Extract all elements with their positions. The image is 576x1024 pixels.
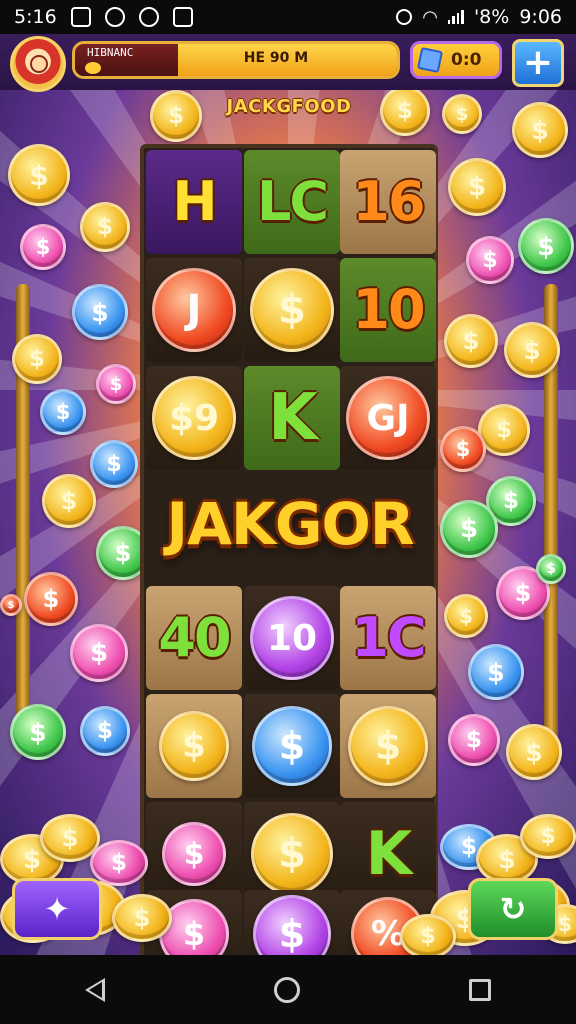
reel-symbol: 16: [352, 170, 425, 233]
reel-symbol: 10: [352, 278, 425, 341]
background-coin: $: [442, 94, 482, 134]
coin-symbol: $: [250, 268, 334, 352]
status-bar: 5:16 ◠ '8% 9:06: [0, 0, 576, 34]
background-coin: $: [440, 500, 498, 558]
recent-apps-icon[interactable]: [469, 978, 492, 1001]
pile-coin: $: [90, 840, 148, 886]
background-coin: $: [8, 144, 70, 206]
background-coin: $: [466, 236, 514, 284]
reel-cell: LC: [244, 150, 340, 254]
chat-icon: [104, 7, 125, 27]
reel-cell: 10: [340, 258, 436, 362]
background-coin: $: [80, 706, 130, 756]
background-coin: $: [504, 322, 560, 378]
game-screen: $ $ $ $ $ $ $ $ $ $ $ $ $ $ $ $ $ $ $ $ $ $ $ $ $ $ $ $ $ $ $ $ $ $ H LC …: [0, 34, 576, 955]
magic-wand-button[interactable]: ✦: [12, 878, 102, 940]
coin-symbol: J: [152, 268, 236, 352]
photo-icon: [70, 7, 91, 27]
home-icon[interactable]: [273, 976, 300, 1003]
background-coin: $: [468, 644, 524, 700]
battery-percent: '8%: [473, 6, 510, 28]
reel-symbol: H: [172, 170, 217, 233]
status-time: 5:16: [14, 6, 57, 28]
background-coin: $: [448, 714, 500, 766]
spin-icon: ↻: [499, 890, 527, 928]
pile-coin: $: [520, 814, 576, 859]
background-coin: $: [440, 426, 486, 472]
coin-symbol: $9: [152, 376, 236, 460]
game-title: JACKGFOOD: [226, 96, 352, 117]
wand-icon: ✦: [43, 890, 71, 928]
gem-icon: [416, 46, 444, 74]
wifi-icon: ◠: [422, 6, 438, 28]
navigation-bar: [0, 955, 576, 1024]
reel-symbol: LC: [256, 170, 329, 233]
gem-counter[interactable]: 0:0: [410, 41, 502, 79]
progress-text: HE 90 M: [243, 50, 309, 66]
background-coin: $: [24, 572, 78, 626]
gem-count: 0:0: [451, 50, 482, 70]
coin-symbol: GJ: [346, 376, 430, 460]
background-coin: $: [70, 624, 128, 682]
coin-symbol: $: [252, 706, 332, 786]
coin-symbol: $: [159, 711, 229, 781]
background-coin: $: [80, 202, 130, 252]
background-coin: $: [518, 218, 574, 274]
signal-icon: [447, 10, 464, 24]
reel-cell: GJ: [340, 366, 436, 470]
top-hud: HIBNANC HE 90 M 0:0 +: [0, 34, 576, 92]
background-coin: $: [20, 224, 66, 270]
background-coin: $: [42, 474, 96, 528]
notification-icon: [172, 7, 193, 27]
spin-button[interactable]: ↻: [468, 878, 558, 940]
background-coin: $: [512, 102, 568, 158]
reel-symbol: 40: [158, 606, 231, 669]
avatar-face: [30, 55, 48, 73]
pile-coin: $: [400, 914, 456, 955]
alarm-icon: [396, 9, 413, 25]
reel-cell: $9: [146, 366, 242, 470]
reel-symbol: K: [268, 381, 318, 455]
background-coin: $: [536, 554, 566, 584]
reel-cell: 16: [340, 150, 436, 254]
player-avatar[interactable]: [10, 36, 66, 92]
background-coin: $: [380, 86, 430, 136]
back-icon[interactable]: [84, 977, 105, 1002]
background-coin: $: [0, 594, 22, 616]
background-coin: $: [444, 594, 488, 638]
reel-cell: 40: [146, 586, 242, 690]
add-currency-button[interactable]: +: [512, 39, 564, 87]
reel-symbol: 1C: [351, 606, 426, 669]
reel-cell: 1C: [340, 586, 436, 690]
reel-cell: $: [244, 694, 340, 798]
background-coin: $: [150, 90, 202, 142]
pile-coin: $: [112, 894, 172, 942]
coin-symbol: 10: [250, 596, 334, 680]
background-coin: $: [40, 389, 86, 435]
coin-symbol: $: [348, 706, 428, 786]
reel-cell: $: [340, 694, 436, 798]
background-coin: $: [96, 364, 136, 404]
reel-cell: $: [146, 694, 242, 798]
background-coin: $: [10, 704, 66, 760]
background-coin: $: [448, 158, 506, 216]
reel-cell: K: [244, 366, 340, 470]
app-icon: [138, 7, 159, 27]
background-coin: $: [90, 440, 138, 488]
reel-cell: J: [146, 258, 242, 362]
background-coin: $: [444, 314, 498, 368]
reel-cell: H: [146, 150, 242, 254]
xp-progress-bar: HIBNANC HE 90 M: [72, 41, 400, 79]
status-clock: 9:06: [519, 6, 562, 28]
reel-cell: $: [244, 258, 340, 362]
background-coin: $: [72, 284, 128, 340]
background-coin: $: [12, 334, 62, 384]
jackpot-banner: JAKGOR: [166, 490, 415, 558]
reel-cell: 10: [244, 586, 340, 690]
background-coin: $: [506, 724, 562, 780]
